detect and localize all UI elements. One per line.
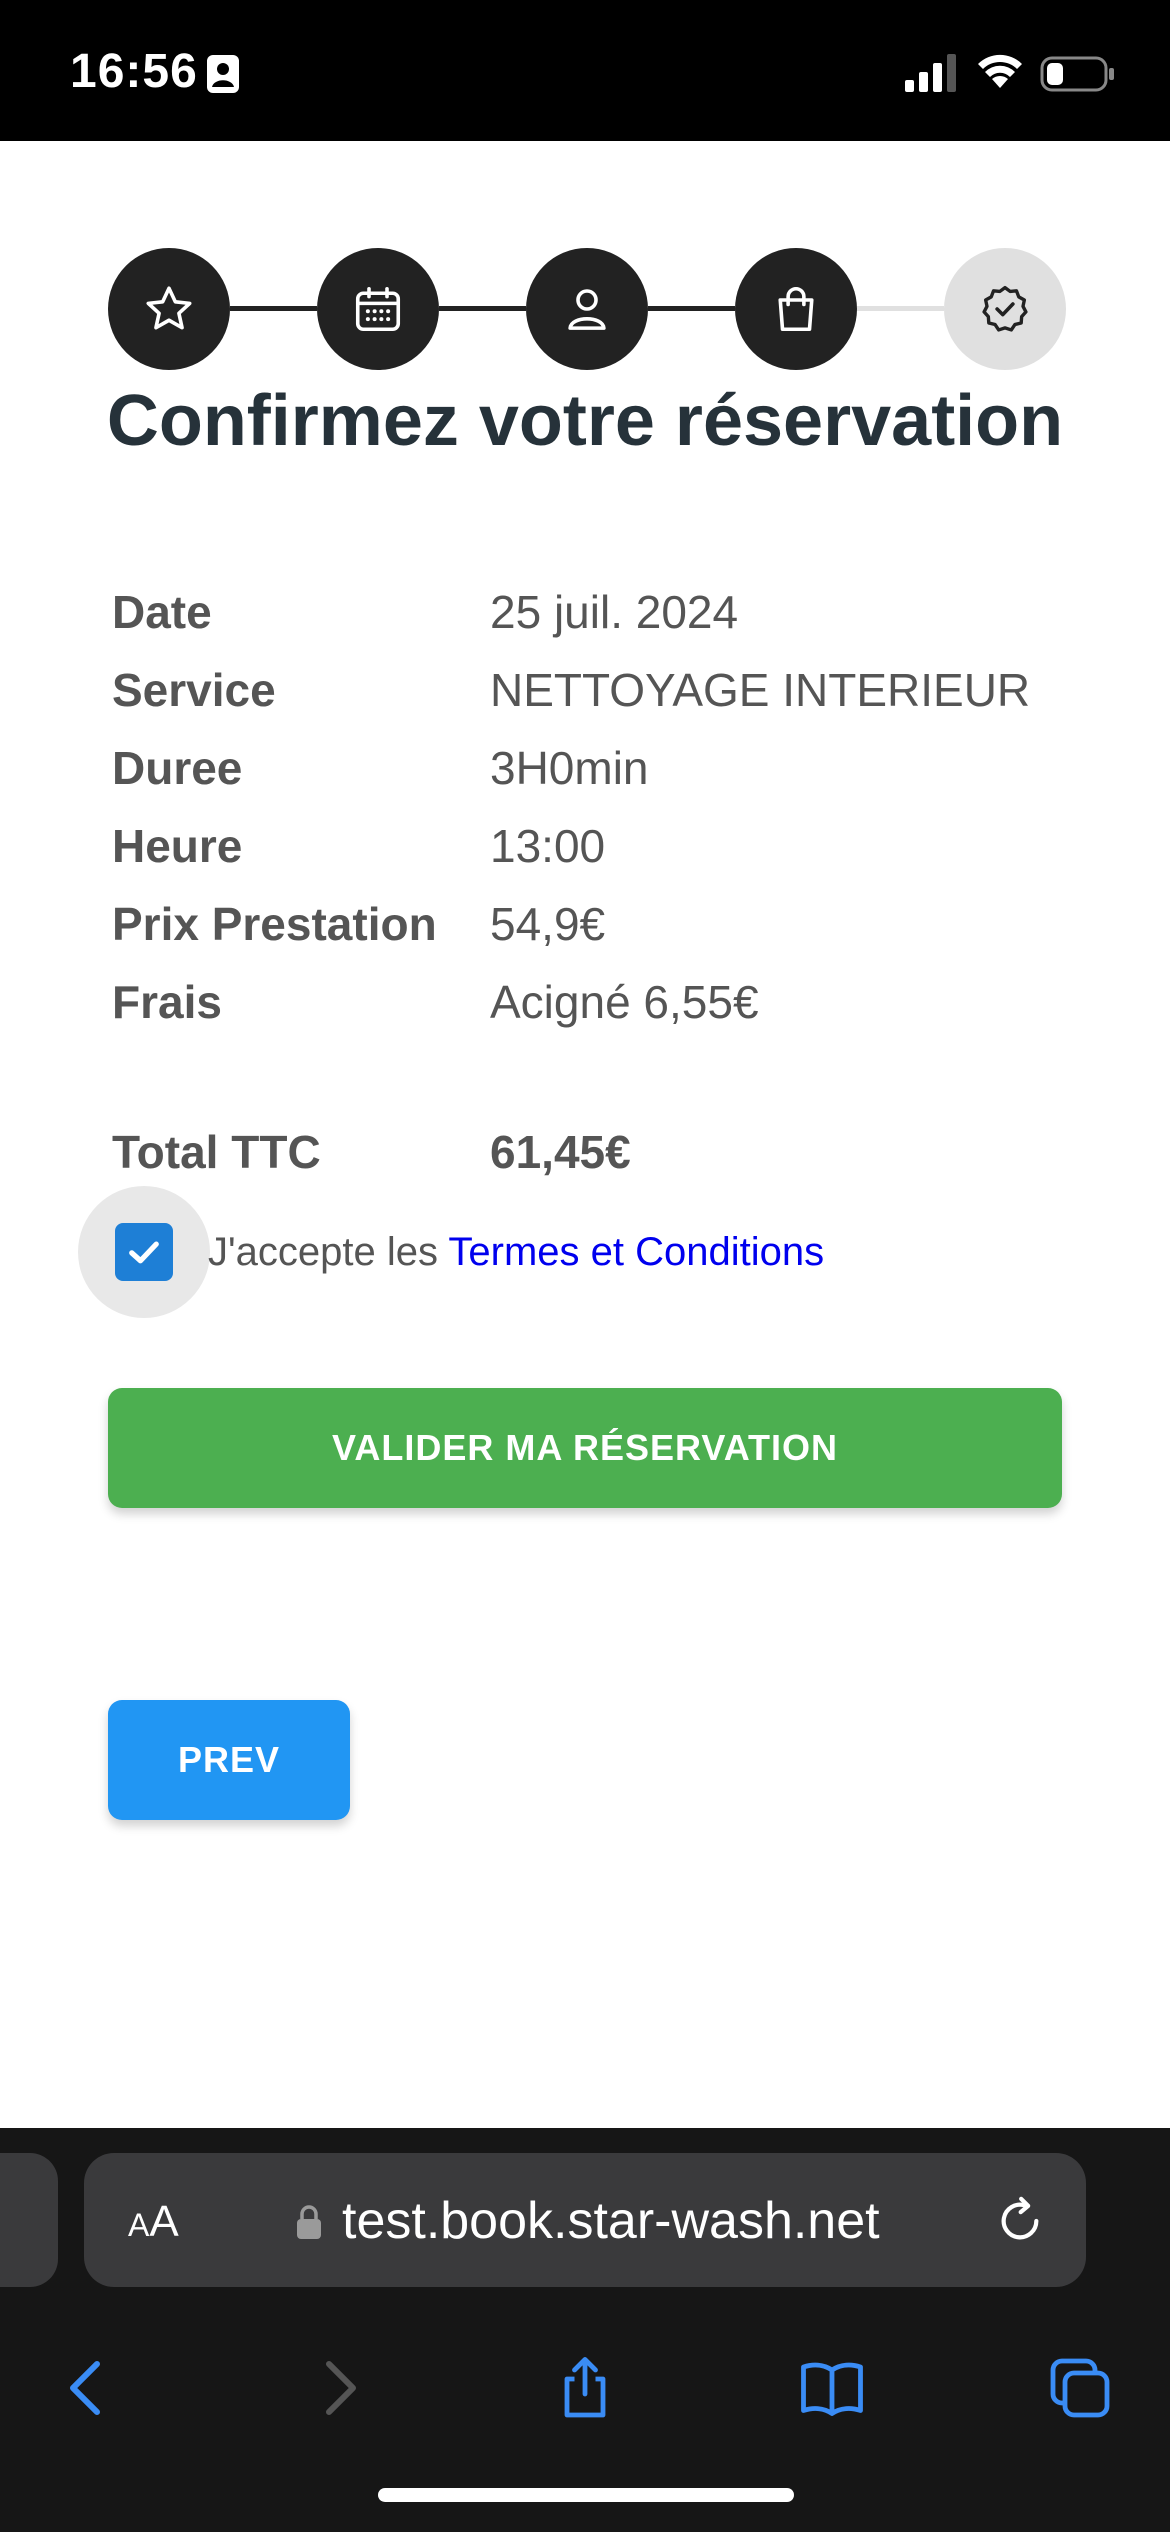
- share-icon: [564, 2357, 606, 2418]
- url-text: test.book.star-wash.net: [342, 2192, 880, 2250]
- stepper-connector: [230, 306, 317, 311]
- checkmark-icon: [129, 1241, 159, 1264]
- step-cart[interactable]: [735, 248, 857, 370]
- calendar-icon: [355, 286, 401, 332]
- tabs-button[interactable]: [1040, 2348, 1120, 2428]
- prev-button[interactable]: PREV: [108, 1700, 350, 1820]
- duree-label: Duree: [112, 742, 243, 794]
- lock-icon: [297, 2205, 321, 2239]
- heure-value: 13:00: [490, 820, 606, 872]
- aa-large: A: [149, 2197, 179, 2246]
- home-indicator[interactable]: [378, 2488, 794, 2502]
- prix-label: Prix Prestation: [112, 898, 437, 950]
- stepper-connector: [439, 306, 526, 311]
- step-confirm[interactable]: [944, 248, 1066, 370]
- step-service[interactable]: [108, 248, 230, 370]
- bookmarks-button[interactable]: [792, 2348, 872, 2428]
- terms-acceptance: J'accepte les Termes et Conditions: [78, 1186, 824, 1318]
- text-size-button[interactable]: AA: [128, 2197, 179, 2247]
- shopping-bag-icon: [778, 287, 814, 332]
- summary-row-prix: Prix Prestation 54,9€: [112, 885, 1072, 963]
- star-icon: [146, 286, 192, 330]
- chevron-right-icon: [326, 2361, 356, 2415]
- terms-checkbox-ripple[interactable]: [78, 1186, 210, 1318]
- terms-link[interactable]: Termes et Conditions: [448, 1230, 824, 1274]
- browser-nav-bar: [0, 2328, 1170, 2448]
- verified-badge-icon: [982, 285, 1028, 332]
- book-icon: [801, 2362, 863, 2416]
- share-button[interactable]: [545, 2348, 625, 2428]
- previous-tab-preview[interactable]: [0, 2153, 58, 2287]
- booking-stepper: [108, 248, 1066, 370]
- forward-button[interactable]: [298, 2348, 378, 2428]
- summary-row-date: Date 25 juil. 2024: [112, 573, 1072, 651]
- chevron-left-icon: [70, 2361, 100, 2415]
- validate-reservation-button[interactable]: VALIDER MA RÉSERVATION: [108, 1388, 1062, 1508]
- frais-label: Frais: [112, 976, 222, 1028]
- wifi-icon: [978, 54, 1022, 88]
- contact-card-icon: [207, 55, 239, 93]
- back-button[interactable]: [48, 2348, 128, 2428]
- summary-row-total: Total TTC 61,45€: [112, 1113, 1072, 1191]
- terms-checkbox[interactable]: [115, 1223, 173, 1281]
- terms-label: J'accepte les Termes et Conditions: [208, 1230, 824, 1275]
- service-label: Service: [112, 664, 276, 716]
- summary-row-frais: Frais Acigné 6,55€: [112, 963, 1072, 1041]
- summary-row-service: Service NETTOYAGE INTERIEUR: [112, 651, 1072, 729]
- browser-toolbar: AA test.book.star-wash.net: [0, 2128, 1170, 2532]
- person-icon: [568, 289, 606, 330]
- service-value: NETTOYAGE INTERIEUR: [490, 664, 1031, 716]
- prix-value: 54,9€: [490, 898, 606, 950]
- duree-value: 3H0min: [490, 742, 649, 794]
- reload-icon[interactable]: [992, 2193, 1048, 2249]
- status-time: 16:56: [70, 45, 198, 98]
- battery-icon: [1040, 56, 1114, 92]
- booking-summary: Date 25 juil. 2024 Service NETTOYAGE INT…: [112, 573, 1072, 1191]
- cellular-signal-icon: [905, 54, 956, 92]
- aa-small: A: [128, 2207, 150, 2243]
- summary-row-heure: Heure 13:00: [112, 807, 1072, 885]
- frais-value: Acigné 6,55€: [490, 976, 759, 1028]
- stepper-connector: [857, 306, 944, 311]
- date-value: 25 juil. 2024: [490, 586, 739, 638]
- terms-label-text: J'accepte les: [208, 1229, 438, 1274]
- summary-row-duree: Duree 3H0min: [112, 729, 1072, 807]
- total-value: 61,45€: [490, 1126, 631, 1178]
- step-client[interactable]: [526, 248, 648, 370]
- heure-label: Heure: [112, 820, 243, 872]
- status-bar: 16:56: [0, 0, 1170, 141]
- step-date[interactable]: [317, 248, 439, 370]
- page-title: Confirmez votre réservation: [106, 381, 1064, 461]
- date-label: Date: [112, 586, 212, 638]
- total-label: Total TTC: [112, 1126, 321, 1178]
- address-bar[interactable]: AA test.book.star-wash.net: [84, 2153, 1086, 2287]
- stepper-connector: [648, 306, 735, 311]
- tabs-icon: [1050, 2358, 1110, 2418]
